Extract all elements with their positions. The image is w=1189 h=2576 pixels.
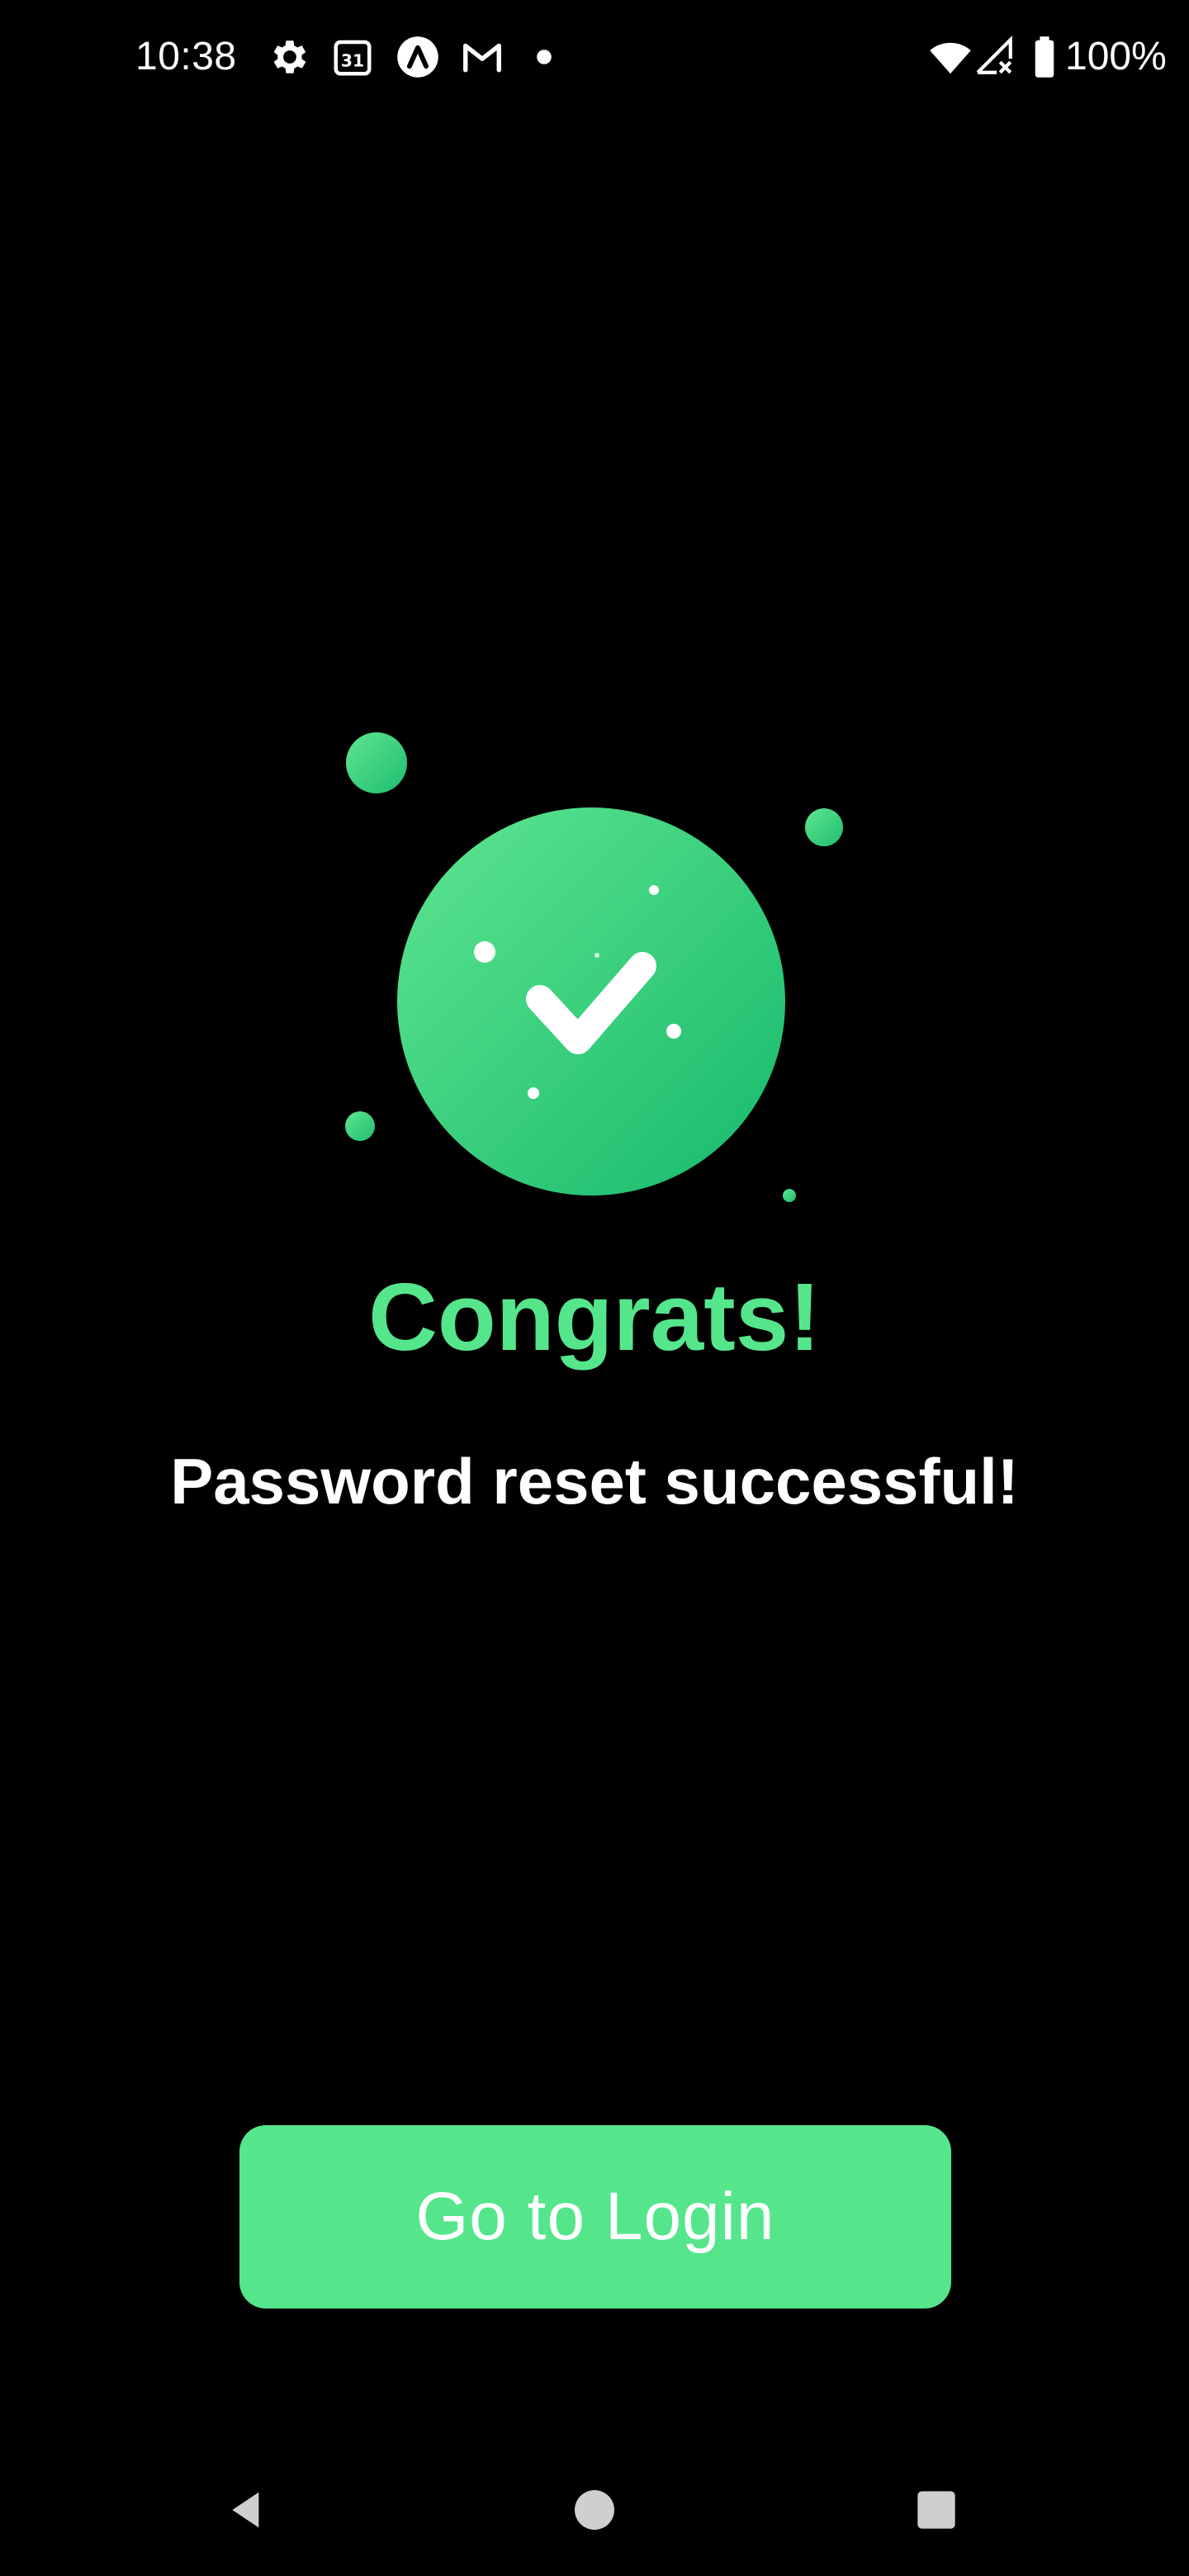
check-icon (526, 952, 656, 1054)
decorative-bubble (805, 808, 843, 846)
status-bar: 10:38 31 100% (0, 0, 1189, 116)
go-to-login-label: Go to Login (415, 2179, 775, 2254)
gmail-icon (463, 43, 501, 73)
success-illustration (345, 732, 843, 1202)
svg-text:31: 31 (341, 50, 364, 70)
system-navigation-bar (0, 2444, 1189, 2576)
success-subtitle: Password reset successful! (170, 1445, 1019, 1518)
success-title: Congrats! (368, 1263, 821, 1371)
recents-icon (917, 2491, 955, 2529)
back-icon (232, 2492, 259, 2528)
decorative-bubble (346, 732, 407, 793)
battery-percent: 100% (1065, 35, 1167, 78)
home-icon (575, 2490, 614, 2530)
nav-home-button[interactable] (553, 2469, 636, 2551)
battery-icon (1035, 36, 1054, 78)
success-circle (397, 807, 785, 1196)
go-to-login-button[interactable]: Go to Login (239, 2125, 951, 2308)
calendar-icon: 31 (334, 40, 372, 76)
app-icon (397, 36, 438, 78)
wifi-icon (930, 42, 971, 74)
status-time: 10:38 (135, 35, 237, 78)
signal-icon (976, 36, 1012, 74)
decorative-bubble (783, 1189, 796, 1202)
gear-icon (273, 40, 306, 73)
decorative-bubble (345, 1111, 375, 1141)
dot-icon (537, 50, 552, 64)
password-reset-success-screen: 10:38 31 100% Congrats! Password reset s… (0, 0, 1189, 2576)
nav-recents-button[interactable] (895, 2469, 978, 2551)
nav-back-button[interactable] (206, 2469, 289, 2551)
